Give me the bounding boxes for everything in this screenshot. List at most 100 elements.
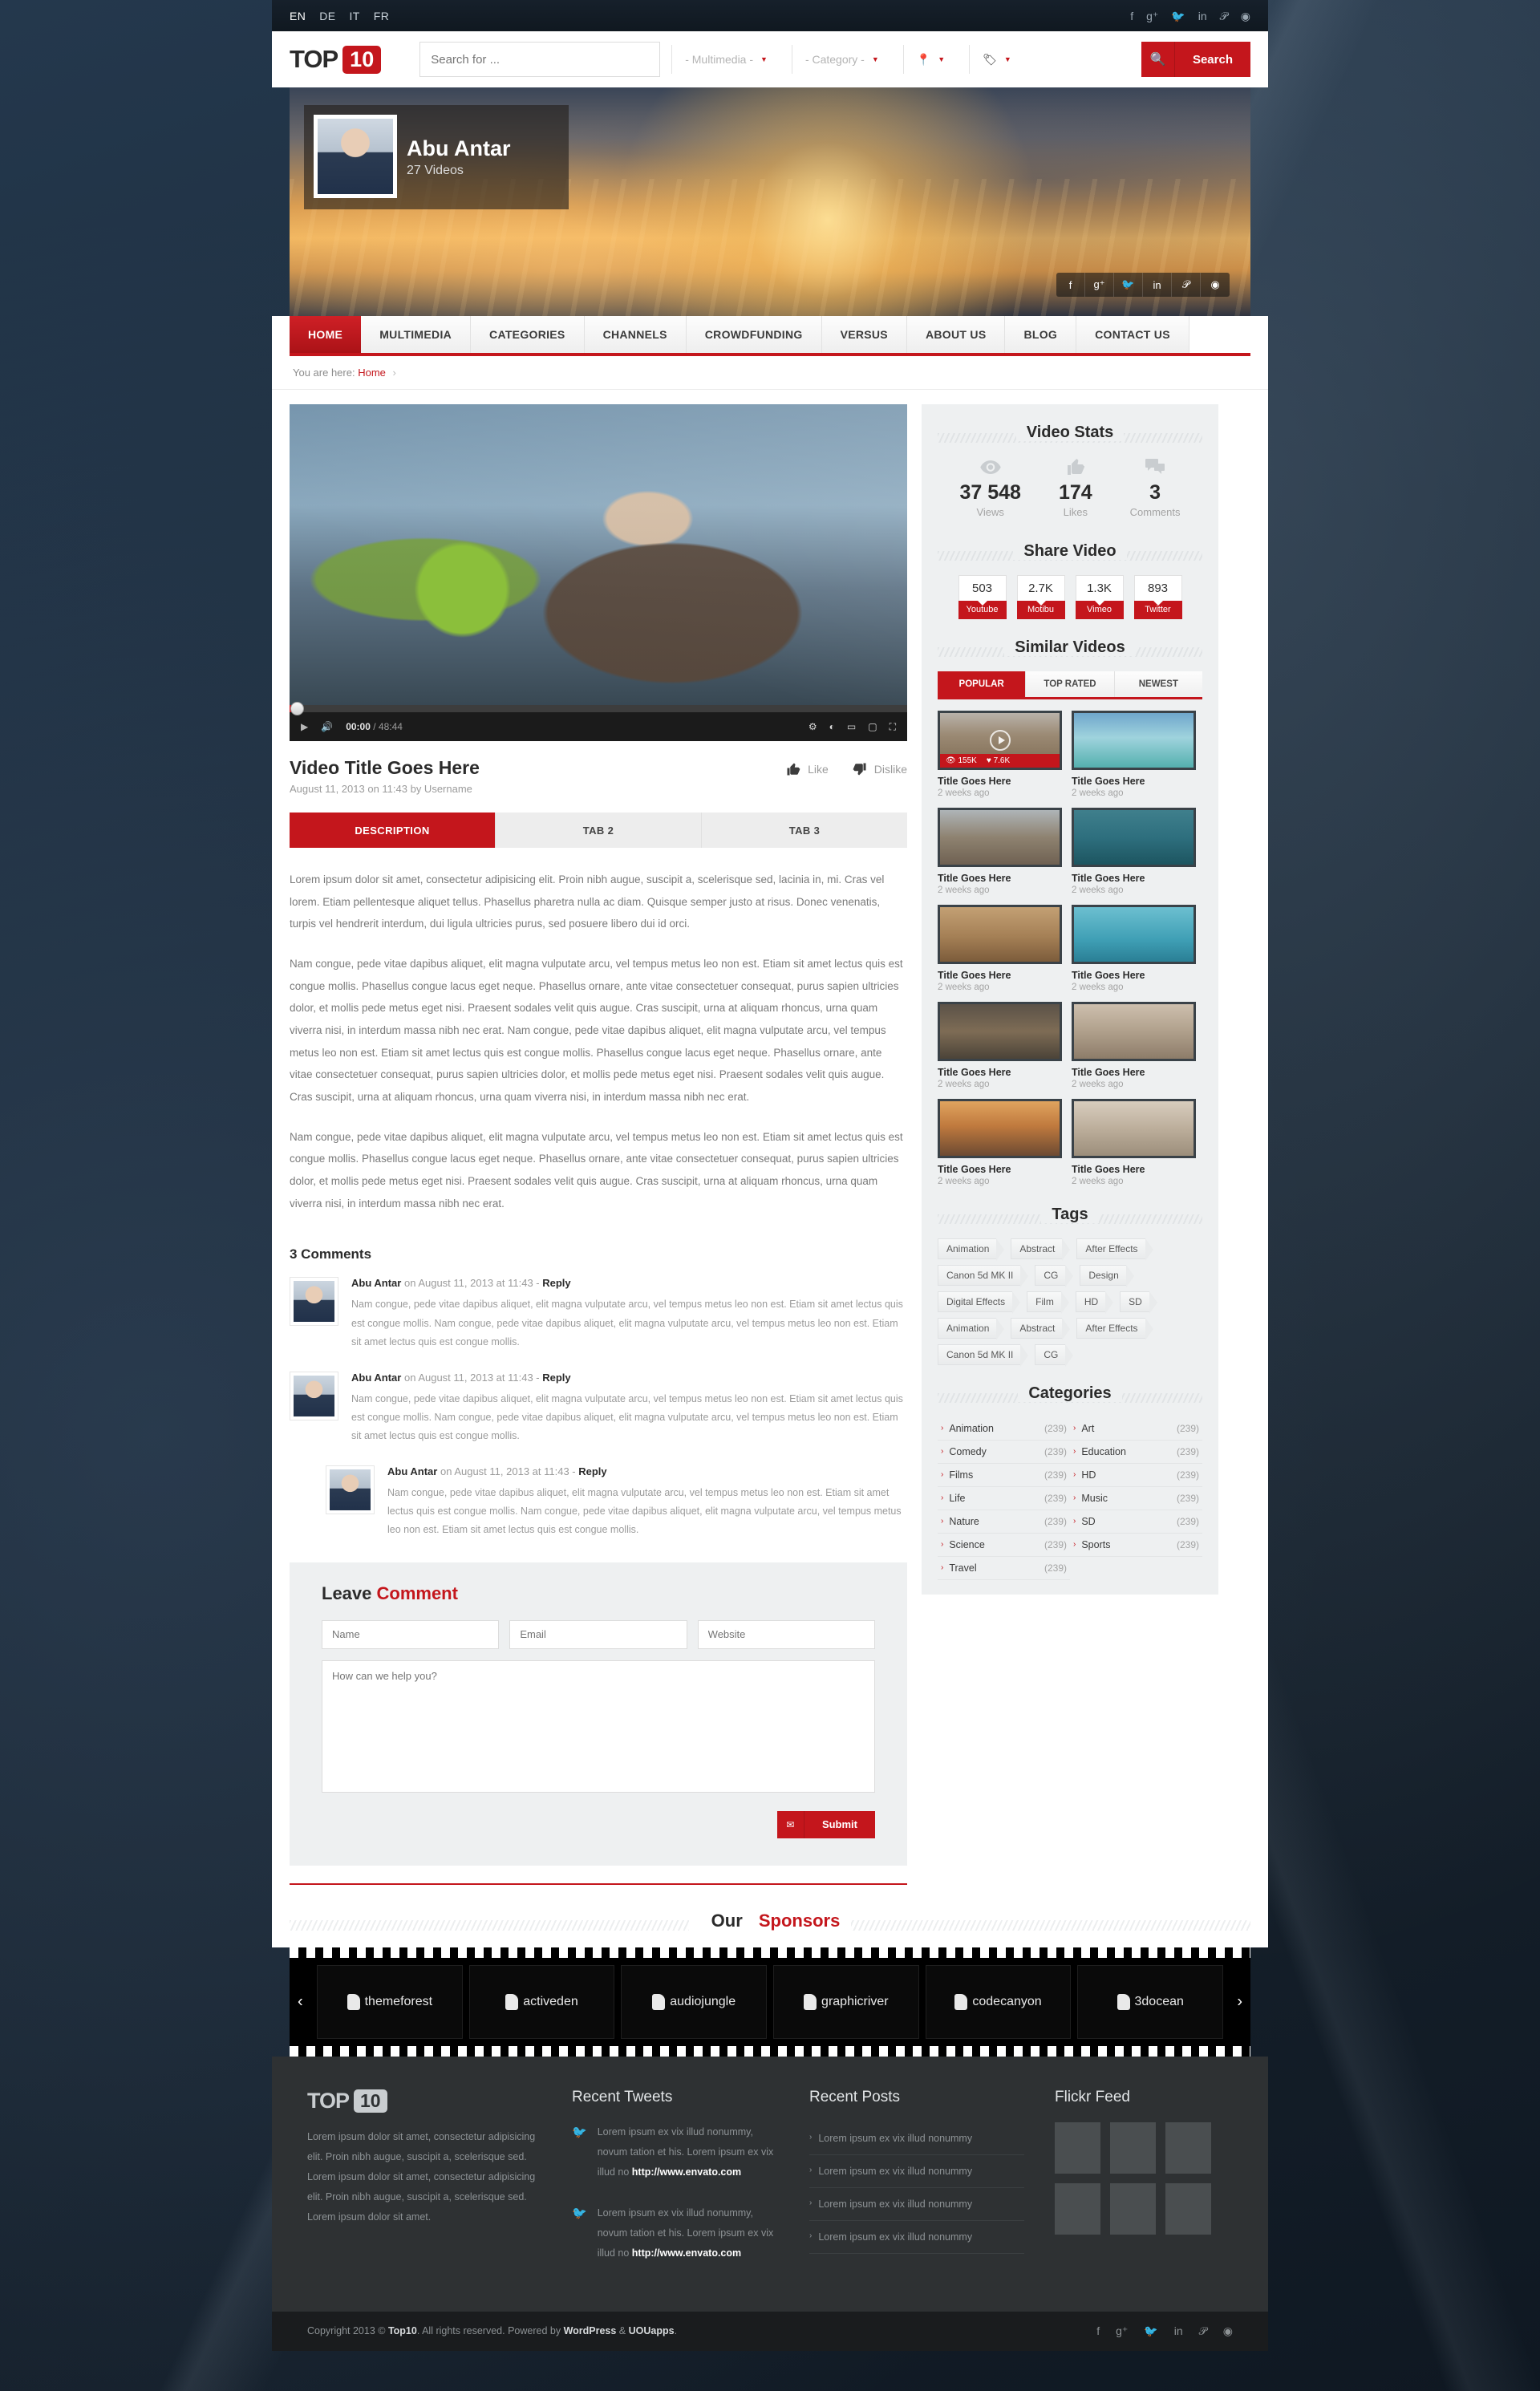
dribbble-icon[interactable]: ◉ [1241,10,1250,22]
sponsor-audiojungle[interactable]: audiojungle [621,1964,768,2039]
category-item[interactable]: › Sports (239) [1070,1534,1202,1557]
nav-item-multimedia[interactable]: MULTIMEDIA [361,316,472,353]
category-item[interactable]: › Education (239) [1070,1441,1202,1464]
flickr-thumb[interactable] [1055,2182,1100,2235]
tweet-link[interactable]: http://www.envato.com [632,2166,741,2178]
nav-item-versus[interactable]: VERSUS [821,316,907,353]
pinterest-icon[interactable]: 𝒫 [1172,273,1201,297]
progress-scrubber[interactable] [290,702,907,715]
tag-item[interactable]: HD [1075,1291,1114,1314]
tag-item[interactable]: SD [1120,1291,1157,1314]
nav-item-home[interactable]: HOME [290,316,362,353]
tweet-link[interactable]: http://www.envato.com [632,2247,741,2259]
chevron-left-icon[interactable]: ‹ [298,1992,303,2011]
tag-item[interactable]: Canon 5d MK II [938,1343,1029,1367]
category-item[interactable]: › Life (239) [938,1487,1070,1510]
channel-user-card[interactable]: Abu Antar 27 Videos [304,105,569,209]
video-card[interactable]: Title Goes Here 2 weeks ago [938,904,1062,992]
sponsor-graphicriver[interactable]: graphicriver [773,1964,919,2039]
tab-top-rated[interactable]: TOP RATED [1026,671,1115,697]
dribbble-icon[interactable]: ◉ [1201,273,1230,297]
category-select[interactable]: - Category - ▼ [792,53,892,66]
google-plus-icon[interactable]: g⁺ [1116,2324,1128,2338]
google-plus-icon[interactable]: g⁺ [1146,10,1158,22]
tab-newest[interactable]: NEWEST [1114,671,1202,697]
nav-item-contact-us[interactable]: CONTACT US [1076,316,1189,353]
email-field[interactable] [509,1619,687,1649]
lang-fr[interactable]: FR [374,10,389,22]
tag-item[interactable]: Canon 5d MK II [938,1264,1029,1287]
tag-item[interactable]: Animation [938,1317,1005,1340]
linkedin-icon[interactable]: in [1143,273,1172,297]
tab-3[interactable]: TAB 3 [702,813,907,848]
flickr-thumb[interactable] [1110,2182,1156,2235]
submit-button[interactable]: ✉ Submit [776,1810,875,1838]
facebook-icon[interactable]: f [1130,10,1133,22]
tag-item[interactable]: After Effects [1076,1317,1153,1340]
video-thumbnail[interactable] [1072,1001,1196,1061]
dislike-button[interactable]: Dislike [853,762,907,776]
lang-de[interactable]: DE [319,10,335,22]
nav-item-about-us[interactable]: ABOUT US [906,316,1006,353]
linkedin-icon[interactable]: in [1174,2324,1183,2338]
recent-post-item[interactable]: › Lorem ipsum ex vix illud nonummy [809,2221,1024,2254]
language-switcher[interactable]: EN DE IT FR [290,10,389,22]
recent-post-item[interactable]: › Lorem ipsum ex vix illud nonummy [809,2155,1024,2188]
reply-link[interactable]: Reply [542,1277,570,1289]
name-field[interactable] [322,1619,500,1649]
nav-item-categories[interactable]: CATEGORIES [471,316,585,353]
video-card[interactable]: Title Goes Here 2 weeks ago [938,1001,1062,1089]
tab-description[interactable]: DESCRIPTION [290,813,496,848]
miniplayer-icon[interactable]: ▢ [868,721,877,732]
category-item[interactable]: › Films (239) [938,1464,1070,1487]
tag-item[interactable]: Animation [938,1238,1005,1261]
tag-item[interactable]: Abstract [1011,1317,1071,1340]
tag-item[interactable]: Film [1027,1291,1069,1314]
flickr-thumb[interactable] [1165,2122,1211,2174]
gear-icon[interactable]: ⚙ [808,721,817,732]
progress-knob[interactable] [290,702,304,715]
reply-link[interactable]: Reply [542,1372,570,1384]
chevron-right-icon[interactable]: › [1237,1992,1242,2011]
video-card[interactable]: Title Goes Here 2 weeks ago [1072,1098,1196,1186]
lang-it[interactable]: IT [350,10,360,22]
category-item[interactable]: › Science (239) [938,1534,1070,1557]
video-card[interactable]: Title Goes Here 2 weeks ago [1072,1001,1196,1089]
twitter-icon[interactable]: 🐦 [1144,2324,1157,2338]
video-card[interactable]: Title Goes Here 2 weeks ago [938,807,1062,895]
flickr-thumb[interactable] [1055,2122,1100,2174]
video-thumbnail[interactable] [938,1098,1062,1158]
pinterest-icon[interactable]: 𝒫 [1199,2324,1207,2338]
nav-item-blog[interactable]: BLOG [1005,316,1077,353]
video-thumbnail[interactable] [1072,904,1196,964]
video-card[interactable]: Title Goes Here 2 weeks ago [1072,904,1196,992]
tag-item[interactable]: Abstract [1011,1238,1071,1261]
lang-en[interactable]: EN [290,10,306,22]
video-thumbnail[interactable]: 👁 155K ♥ 7.6K [938,710,1062,770]
tag-select[interactable]: 🏷 ▼ [970,53,1024,67]
tag-item[interactable]: Design [1080,1264,1135,1287]
share-motibu[interactable]: 2.7K Motibu [1016,574,1065,619]
twitter-icon[interactable]: 🐦 [1114,273,1143,297]
tab-popular[interactable]: POPULAR [938,671,1027,697]
share-youtube[interactable]: 503 Youtube [958,574,1007,619]
recent-post-item[interactable]: › Lorem ipsum ex vix illud nonummy [809,2188,1024,2221]
video-thumbnail[interactable] [938,807,1062,867]
site-logo[interactable]: TOP 10 [290,45,382,74]
category-item[interactable]: › SD (239) [1070,1510,1202,1534]
linkedin-icon[interactable]: in [1198,10,1207,22]
video-thumbnail[interactable] [938,1001,1062,1061]
category-item[interactable]: › Nature (239) [938,1510,1070,1534]
video-thumbnail[interactable] [1072,1098,1196,1158]
video-card[interactable]: Title Goes Here 2 weeks ago [938,1098,1062,1186]
video-card[interactable]: Title Goes Here 2 weeks ago [1072,710,1196,798]
tag-item[interactable]: CG [1035,1264,1074,1287]
footer-logo[interactable]: TOP 10 [307,2089,541,2113]
sponsor-codecanyon[interactable]: codecanyon [925,1964,1072,2039]
flickr-thumb[interactable] [1110,2122,1156,2174]
nav-item-crowdfunding[interactable]: CROWDFUNDING [686,316,822,353]
tag-item[interactable]: Digital Effects [938,1291,1021,1314]
reply-link[interactable]: Reply [578,1465,606,1477]
message-field[interactable] [322,1660,875,1793]
nav-item-channels[interactable]: CHANNELS [584,316,687,353]
